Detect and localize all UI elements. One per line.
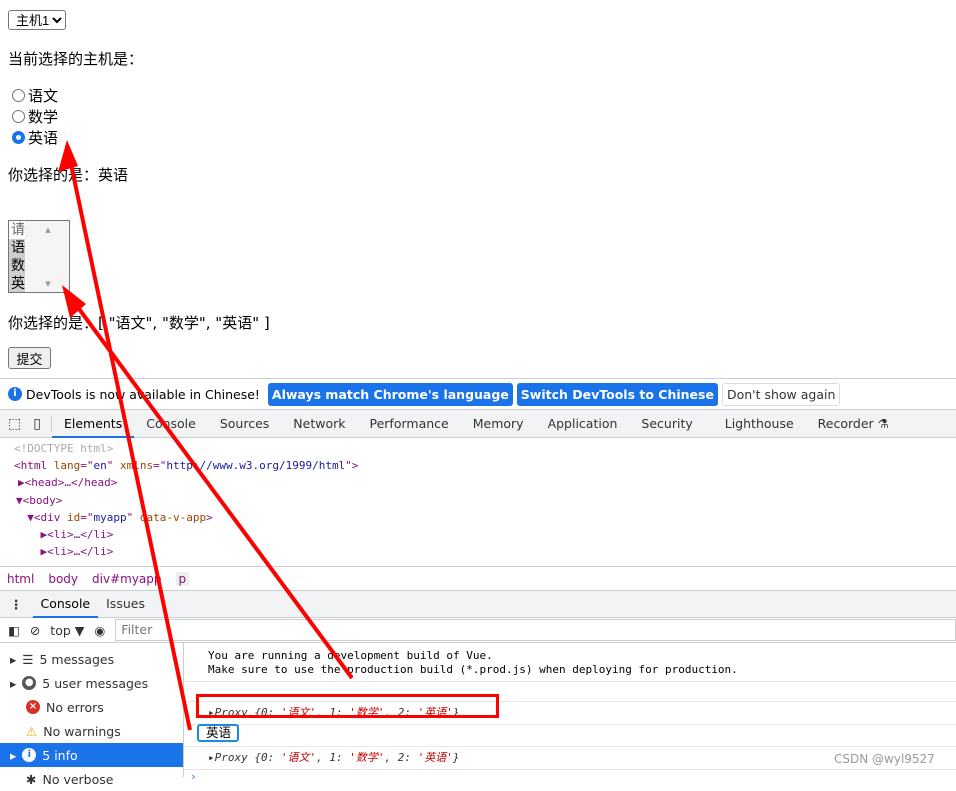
sidebar-toggle-icon[interactable]: ◧ xyxy=(8,623,20,638)
sidebar-item-verbose[interactable]: ✱ No verbose xyxy=(0,767,183,791)
devtools-infobar: i DevTools is now available in Chinese! … xyxy=(0,378,956,410)
bug-icon: ✱ xyxy=(26,771,37,787)
sidebar-label: No verbose xyxy=(42,771,114,787)
drawer-tabs: ⋮ Console Issues xyxy=(0,590,956,618)
error-icon: × xyxy=(26,700,40,714)
submit-button[interactable]: 提交 xyxy=(8,347,51,369)
devtools-tabs: ⬚ ▯ Elements Console Sources Network Per… xyxy=(0,410,956,438)
list-result: 你选择的是：[ "语文", "数学", "英语" ] xyxy=(8,314,270,332)
message-line: Make sure to use the production build (*… xyxy=(208,663,738,676)
body-node[interactable]: ▼<body> xyxy=(0,492,956,509)
tab-sources[interactable]: Sources xyxy=(208,410,281,438)
flask-icon: ⚗ xyxy=(877,415,889,431)
match-language-button[interactable]: Always match Chrome's language xyxy=(267,382,513,406)
sidebar-item-info[interactable]: ▸ i 5 info xyxy=(0,743,183,767)
message-line: You are running a development build of V… xyxy=(208,649,493,662)
expand-icon: ▸ xyxy=(10,747,17,763)
radio-label: 数学 xyxy=(28,108,59,126)
infobar-text: DevTools is now available in Chinese! xyxy=(26,386,260,402)
breadcrumb: html body div#myapp p xyxy=(0,566,956,590)
expand-icon: ▸ xyxy=(10,651,17,667)
tab-label: Recorder xyxy=(817,415,874,431)
sidebar-item-messages[interactable]: ▸ ☰ 5 messages xyxy=(0,647,183,671)
context-select[interactable]: top ▼ xyxy=(50,623,84,638)
tab-security[interactable]: Security xyxy=(629,410,704,438)
sidebar-label: 5 messages xyxy=(39,651,115,667)
tab-application[interactable]: Application xyxy=(536,410,630,438)
clear-console-icon[interactable]: ⊘ xyxy=(30,623,40,638)
sidebar-label: 5 user messages xyxy=(42,675,149,691)
user-icon: ● xyxy=(22,676,37,690)
console-value-english: 英语 xyxy=(197,724,239,742)
html-node[interactable]: <html lang="en" xmlns="http://www.w3.org… xyxy=(0,457,956,474)
head-node[interactable]: ▶<head>…</head> xyxy=(0,474,956,491)
console-sidebar: ▸ ☰ 5 messages ▸ ● 5 user messages × No error… xyxy=(0,643,184,787)
tab-console[interactable]: Console xyxy=(134,410,208,438)
info-icon: i xyxy=(8,387,22,401)
switch-chinese-button[interactable]: Switch DevTools to Chinese xyxy=(516,382,718,406)
watermark: CSDN @wyl9527 xyxy=(834,752,935,766)
console-toolbar: ◧ ⊘ top ▼ ◉ Filter xyxy=(0,618,956,643)
doctype-node[interactable]: <!DOCTYPE html> xyxy=(0,440,956,457)
device-toggle-icon[interactable]: ▯ xyxy=(29,415,52,432)
div-myapp-node[interactable]: ▼<div id="myapp" data-v-app> xyxy=(0,509,956,526)
crumb-div[interactable]: div#myapp xyxy=(92,572,162,586)
filter-input[interactable]: Filter xyxy=(115,619,956,641)
li-node[interactable]: ▶<li>…</li> xyxy=(0,526,956,543)
host-label: 当前选择的主机是： xyxy=(8,50,144,68)
tab-performance[interactable]: Performance xyxy=(358,410,461,438)
sidebar-label: 5 info xyxy=(42,747,78,763)
console-value-message xyxy=(184,725,956,747)
radio-math[interactable]: 数学 xyxy=(12,106,58,127)
radio-circle[interactable] xyxy=(12,89,25,102)
expand-icon: ▸ xyxy=(10,675,17,691)
sidebar-item-errors[interactable]: × No errors xyxy=(0,695,183,719)
tab-recorder[interactable]: Recorder ⚗ xyxy=(806,410,901,438)
radio-circle[interactable] xyxy=(12,110,25,123)
list-icon: ☰ xyxy=(22,651,34,667)
li-node[interactable]: ▶<li>…</li> xyxy=(0,543,956,560)
sidebar-item-warnings[interactable]: ⚠ No warnings xyxy=(0,719,183,743)
elements-tree: <!DOCTYPE html> <html lang="en" xmlns="h… xyxy=(0,438,956,566)
warning-icon: ⚠ xyxy=(26,723,38,739)
tab-console-drawer[interactable]: Console xyxy=(32,590,99,618)
eye-icon[interactable]: ◉ xyxy=(94,623,105,638)
radio-circle-checked[interactable] xyxy=(12,131,25,144)
sidebar-item-user-messages[interactable]: ▸ ● 5 user messages xyxy=(0,671,183,695)
dont-show-button[interactable]: Don't show again xyxy=(721,382,841,406)
listbox-scrollbar[interactable]: ▲ ▼ xyxy=(25,221,69,292)
info-icon: i xyxy=(22,748,37,762)
radio-result: 你选择的是：英语 xyxy=(8,166,129,184)
more-icon[interactable]: ⋮ xyxy=(0,597,33,612)
tab-network[interactable]: Network xyxy=(281,410,357,438)
subject-listbox[interactable]: 请选择 语文 数学 英语 ▲▼ xyxy=(8,220,70,293)
crumb-body[interactable]: body xyxy=(48,572,78,586)
tab-lighthouse[interactable]: Lighthouse xyxy=(705,410,806,438)
tab-issues[interactable]: Issues xyxy=(98,590,153,618)
crumb-p[interactable]: p xyxy=(175,571,190,586)
radio-label: 英语 xyxy=(28,129,59,147)
rendered-page: 主机1 当前选择的主机是： 语文 数学 英语 你选择的是：英语 请选择 语文 数… xyxy=(0,0,956,378)
radio-chinese[interactable]: 语文 xyxy=(12,85,58,106)
console-message: You are running a development build of V… xyxy=(184,643,956,682)
radio-english[interactable]: 英语 xyxy=(12,127,58,148)
sidebar-label: No errors xyxy=(46,699,104,715)
radio-label: 语文 xyxy=(28,87,59,105)
inspect-icon[interactable]: ⬚ xyxy=(0,416,29,432)
crumb-html[interactable]: html xyxy=(7,572,34,586)
tab-elements[interactable]: Elements xyxy=(51,410,135,438)
host-select[interactable]: 主机1 xyxy=(8,10,66,30)
tab-memory[interactable]: Memory xyxy=(461,410,536,438)
annotation-box xyxy=(196,694,499,718)
sidebar-label: No warnings xyxy=(43,723,121,739)
